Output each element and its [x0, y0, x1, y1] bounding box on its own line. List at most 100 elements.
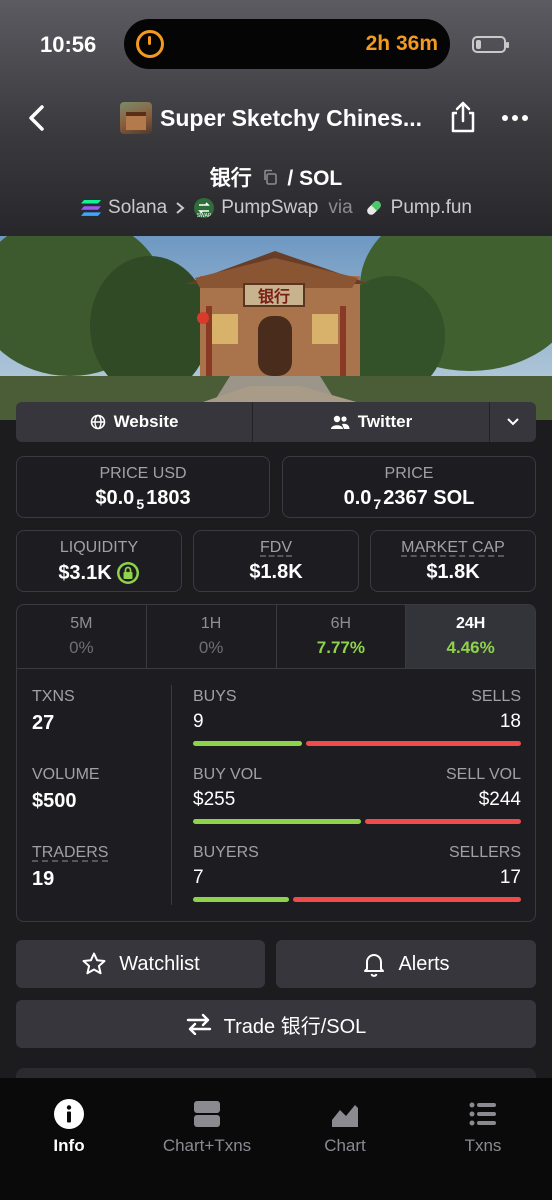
- pair-base: 银行: [209, 167, 252, 190]
- buys-value: 9: [193, 711, 204, 732]
- chain-info: Solana SWAP PumpSwap via Pump.fun: [0, 197, 552, 219]
- sellers-label: SELLERS: [448, 844, 521, 861]
- alerts-button[interactable]: Alerts: [276, 940, 536, 988]
- tab-1h-label: 1H: [200, 615, 222, 632]
- back-chevron-icon[interactable]: [22, 103, 52, 133]
- sell-vol-bar: [364, 819, 521, 824]
- stats-body: TXNS 27 VOLUME $500 TRADERS 19 BUYS SELL…: [17, 669, 535, 921]
- fdv-card: FDV $1.8K: [193, 530, 359, 592]
- buys-sells-bar: [193, 741, 521, 746]
- market-cap-card: MARKET CAP $1.8K: [370, 530, 536, 592]
- token-banner-image: 银行: [0, 236, 552, 420]
- traders-stat: TRADERS 19: [32, 844, 108, 891]
- token-name: Super Sketchy Chines...: [160, 104, 423, 131]
- buyers-value: 7: [193, 867, 204, 888]
- buy-vol-value: $255: [193, 789, 236, 810]
- liquidity-card: LIQUIDITY $3.1K: [16, 530, 182, 592]
- website-button[interactable]: Website: [16, 402, 253, 442]
- tab-24h[interactable]: 24H 4.46%: [406, 605, 535, 668]
- more-icon[interactable]: [500, 108, 530, 128]
- sell-vol-value: $244: [478, 789, 521, 810]
- bell-icon: [364, 954, 385, 977]
- area-chart-icon: [332, 1105, 358, 1127]
- tab-chart-txns[interactable]: Chart+Txns: [138, 1078, 276, 1200]
- tab-6h[interactable]: 6H 7.77%: [277, 605, 407, 668]
- pair-quote: SOL: [299, 167, 343, 190]
- tab-24h-label: 24H: [455, 615, 486, 632]
- users-icon: [330, 415, 350, 429]
- price-usd-digits: 1803: [146, 487, 191, 509]
- battery-level: [476, 40, 481, 49]
- price-native-zeros: 7: [373, 496, 382, 512]
- liquidity-value-row: $3.1K: [17, 561, 181, 585]
- pill-icon: [366, 201, 381, 215]
- tab-5m[interactable]: 5M 0%: [17, 605, 147, 668]
- volume-value: $500: [32, 790, 77, 812]
- more-links-button[interactable]: [490, 402, 536, 442]
- share-icon[interactable]: [448, 100, 478, 134]
- split-layout-icon: [194, 1101, 220, 1127]
- lock-icon[interactable]: [116, 561, 140, 585]
- tab-chart-txns-label: Chart+Txns: [162, 1136, 252, 1155]
- chain-name[interactable]: Solana: [108, 197, 167, 219]
- market-cap-label[interactable]: MARKET CAP: [371, 539, 535, 557]
- buyers-bar: [193, 897, 289, 902]
- tab-1h[interactable]: 1H 0%: [147, 605, 277, 668]
- price-native-value: 0.0 7 2367 SOL: [283, 487, 535, 512]
- volume-label: VOLUME: [32, 766, 100, 783]
- globe-icon: [90, 414, 105, 430]
- buys-bar: [193, 741, 303, 746]
- price-usd-value: $0.0 5 1803: [17, 487, 269, 512]
- launchpad-name[interactable]: Pump.fun: [391, 197, 472, 219]
- txns-stat: TXNS 27: [32, 688, 75, 735]
- trade-label: Trade 银行/SOL: [223, 1015, 367, 1038]
- bottom-tab-bar: Info Chart+Txns Chart Txns: [0, 1078, 552, 1200]
- tab-chart[interactable]: Chart: [276, 1078, 414, 1200]
- price-usd-card: PRICE USD $0.0 5 1803: [16, 456, 270, 518]
- solana-icon: [81, 200, 102, 216]
- buy-sell-volume-bar: [193, 819, 521, 824]
- banner-illustration: 银行: [0, 236, 552, 420]
- price-native-card: PRICE 0.0 7 2367 SOL: [282, 456, 536, 518]
- market-cap-value: $1.8K: [426, 561, 480, 583]
- buyers-sellers: BUYERS SELLERS 7 17: [193, 844, 521, 902]
- tab-txns[interactable]: Txns: [414, 1078, 552, 1200]
- dynamic-island[interactable]: 2h 36m: [124, 19, 450, 69]
- stats-divider: [171, 685, 172, 905]
- fdv-label[interactable]: FDV: [194, 539, 358, 557]
- dex-name[interactable]: PumpSwap: [221, 197, 318, 219]
- price-native-prefix: 0.0: [343, 487, 372, 509]
- volume-stat: VOLUME $500: [32, 766, 100, 813]
- pumpswap-badge: SWAP: [197, 213, 212, 219]
- status-time: 10:56: [40, 32, 97, 57]
- price-usd-prefix: $0.0: [95, 487, 135, 509]
- website-label: Website: [113, 412, 179, 431]
- info-icon: [54, 1099, 84, 1129]
- tab-5m-change: 0%: [69, 638, 94, 657]
- sell-vol-label: SELL VOL: [445, 766, 521, 783]
- txns-label: TXNS: [32, 688, 75, 705]
- pumpswap-icon: SWAP: [194, 198, 215, 219]
- pair-separator: /: [287, 167, 300, 190]
- tab-info-label: Info: [53, 1136, 85, 1155]
- tab-info[interactable]: Info: [0, 1078, 138, 1200]
- sellers-bar: [292, 897, 521, 902]
- watchlist-button[interactable]: Watchlist: [16, 940, 265, 988]
- tab-1h-change: 0%: [198, 638, 224, 657]
- tab-6h-label: 6H: [330, 615, 352, 632]
- chevron-down-icon: [507, 418, 519, 426]
- social-links: Website Twitter: [16, 402, 536, 442]
- tab-24h-change: 4.46%: [446, 638, 495, 657]
- timeframe-stats: 5M 0% 1H 0% 6H 7.77% 24H 4.46% TXNS 27 V…: [16, 604, 536, 922]
- trade-button[interactable]: Trade 银行/SOL: [16, 1000, 536, 1048]
- liquidity-label: LIQUIDITY: [59, 539, 139, 556]
- tab-txns-label: Txns: [464, 1136, 502, 1155]
- price-native-label: PRICE: [384, 465, 434, 482]
- copy-icon[interactable]: [262, 169, 278, 186]
- timer-text: 2h 36m: [365, 32, 438, 55]
- tab-chart-label: Chart: [324, 1136, 366, 1155]
- banner-sign: 银行: [258, 287, 290, 306]
- traders-label[interactable]: TRADERS: [32, 844, 108, 862]
- twitter-label: Twitter: [357, 412, 413, 431]
- twitter-button[interactable]: Twitter: [253, 402, 490, 442]
